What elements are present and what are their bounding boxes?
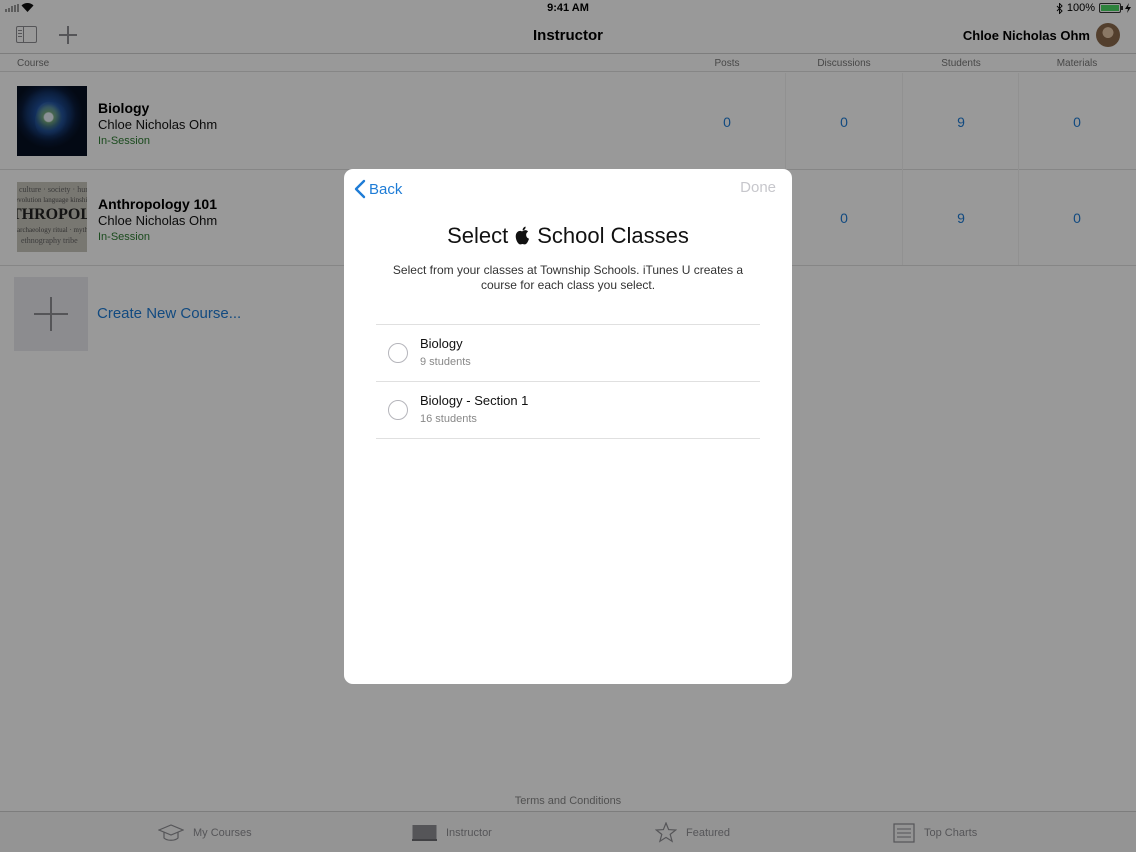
back-label: Back [369, 180, 403, 198]
class-list: Biology 9 students Biology - Section 1 1… [376, 324, 760, 439]
list-item[interactable]: Biology 9 students [376, 325, 760, 382]
class-select-radio[interactable] [388, 343, 408, 363]
class-student-count: 16 students [420, 413, 477, 425]
modal-title-prefix: Select [447, 223, 509, 248]
class-student-count: 9 students [420, 356, 471, 368]
done-button[interactable]: Done [740, 179, 776, 196]
chevron-left-icon [354, 179, 366, 199]
modal-title: Select School Classes [344, 223, 792, 249]
class-name: Biology [420, 336, 463, 351]
class-name: Biology - Section 1 [420, 393, 529, 408]
apple-logo-icon [515, 226, 530, 245]
class-select-radio[interactable] [388, 400, 408, 420]
app-window: 9:41 AM 100% Instructor Chloe Nicholas O… [0, 0, 1136, 852]
select-classes-modal: Back Done Select School Classes Select f… [344, 169, 792, 684]
list-item[interactable]: Biology - Section 1 16 students [376, 382, 760, 439]
back-button[interactable]: Back [354, 179, 402, 199]
modal-description: Select from your classes at Township Sch… [392, 263, 744, 292]
modal-title-suffix: School Classes [537, 223, 689, 248]
